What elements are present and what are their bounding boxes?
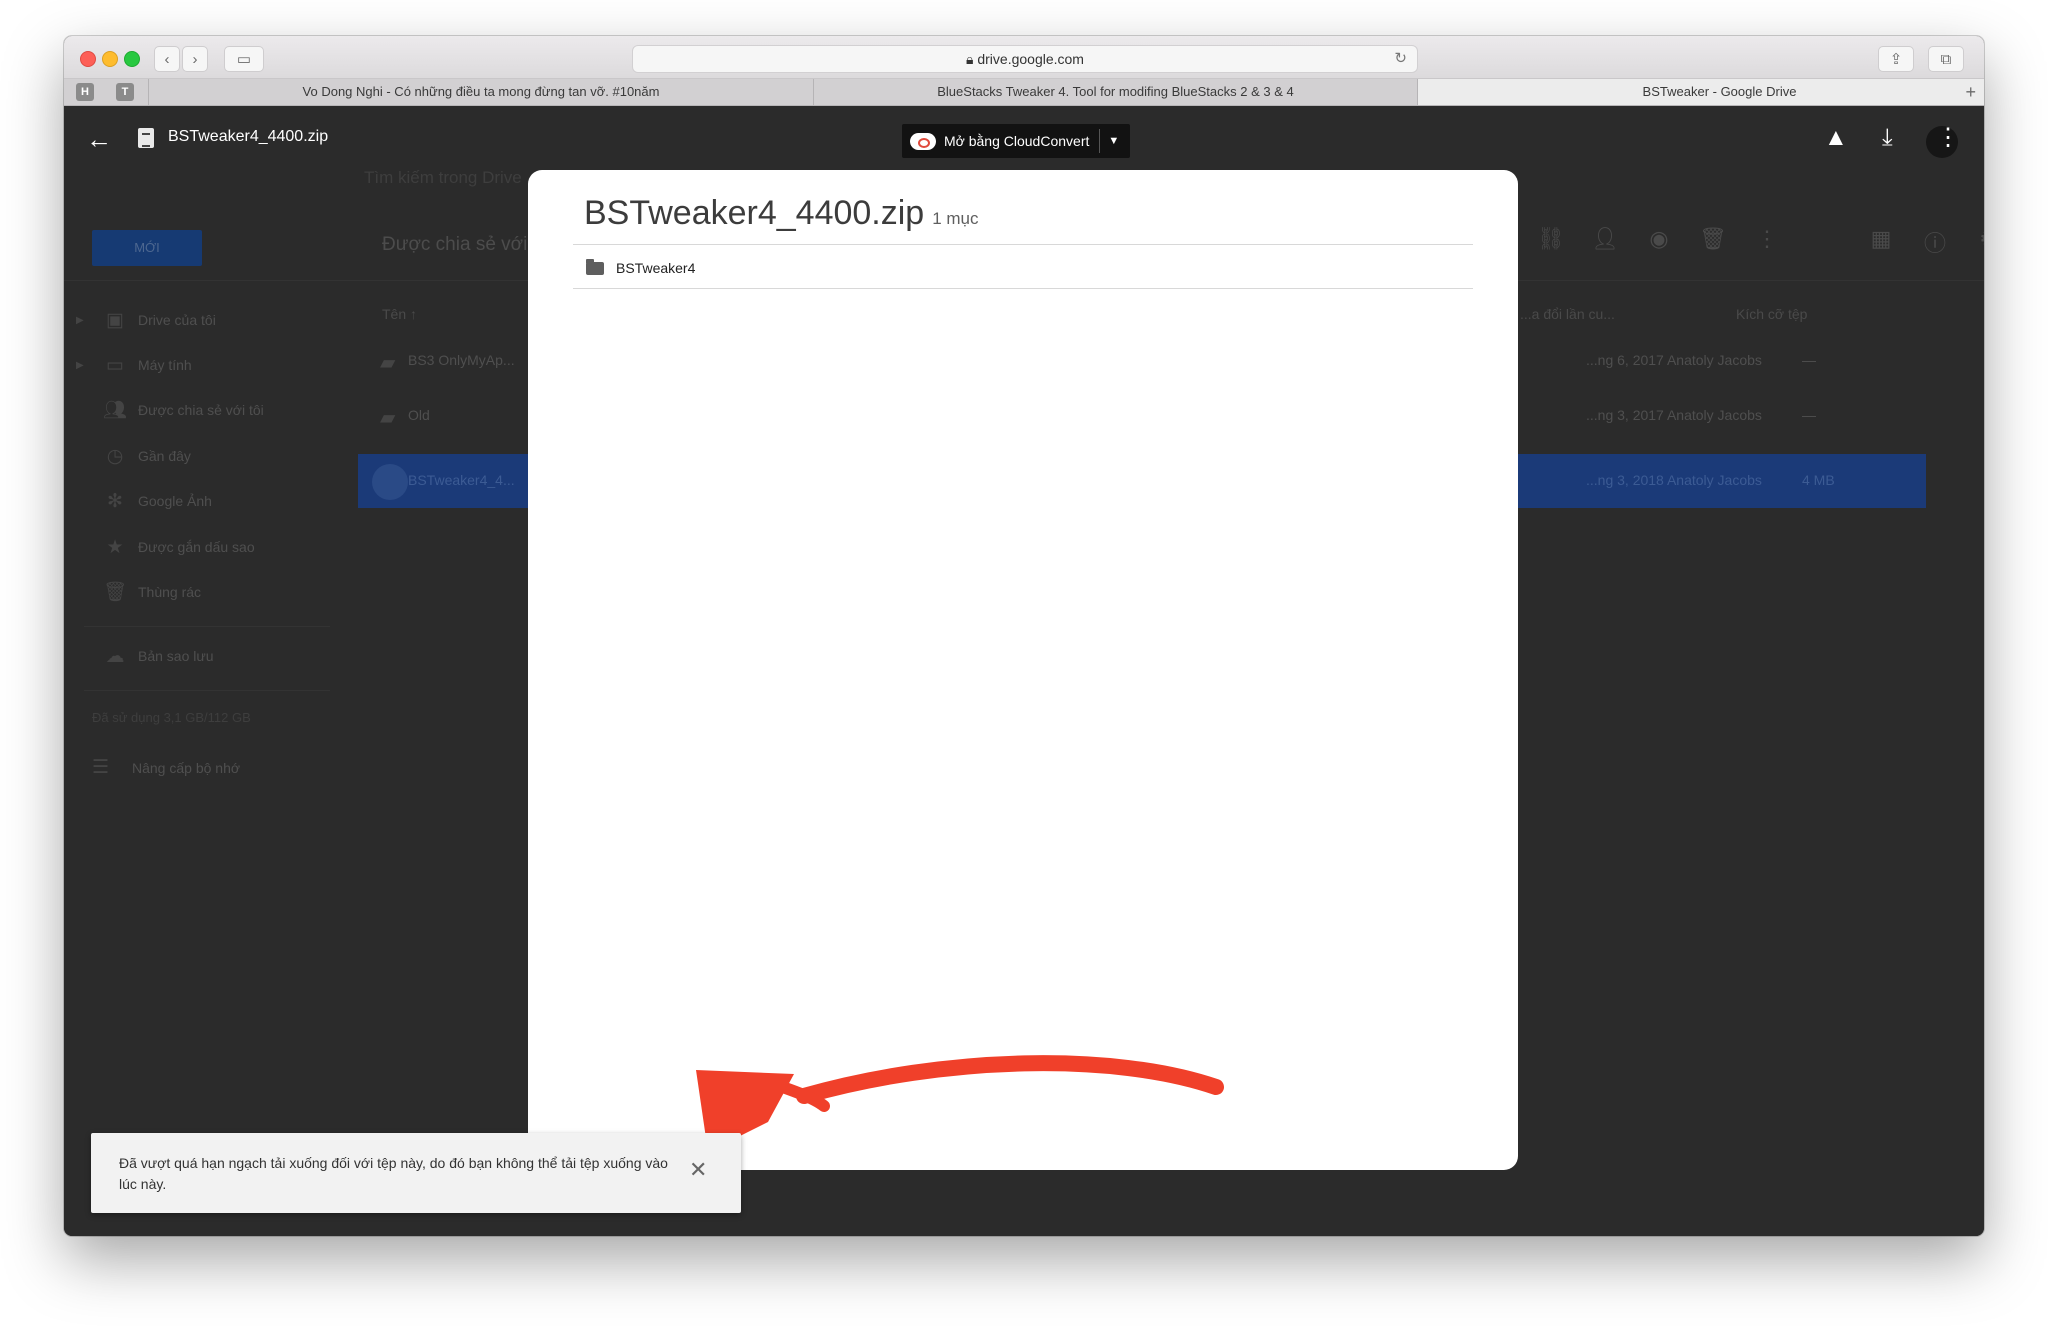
share-icon: ⇪	[1889, 51, 1903, 68]
add-to-drive-icon[interactable]: ▲	[1824, 124, 1848, 152]
pinned-tab-h[interactable]: H	[76, 83, 94, 101]
shared-folder-icon: ▰	[380, 352, 396, 374]
sidebar-item-trash: 🗑︎ Thùng rác	[92, 578, 201, 606]
column-header-modified: ...a đổi lần cu...	[1520, 306, 1615, 322]
reload-icon[interactable]: ↻	[1394, 46, 1407, 72]
grid-view-icon: ▦	[1870, 226, 1892, 251]
divider	[573, 288, 1473, 289]
tab-bluestacks-tweaker[interactable]: BlueStacks Tweaker 4. Tool for modifing …	[813, 79, 1417, 105]
item-count: 1 mục	[932, 209, 979, 228]
storage-usage: Đã sử dụng 3,1 GB/112 GB	[92, 710, 251, 725]
sidebar-toggle-button[interactable]: ▭	[224, 46, 264, 72]
column-header-size: Kích cỡ tệp	[1736, 306, 1808, 322]
red-annotation-arrow	[696, 1055, 1224, 1152]
sidebar-item-backups: ☁ Bản sao lưu	[92, 642, 214, 670]
forward-nav-button[interactable]: ›	[182, 46, 208, 72]
dialog-title: BSTweaker4_4400.zip 1 mục	[584, 194, 979, 232]
back-nav-button[interactable]: ‹	[154, 46, 180, 72]
address-bar[interactable]: 🔒︎ drive.google.com ↻	[632, 45, 1418, 73]
preview-eye-icon: ◉	[1649, 226, 1669, 251]
tab-vo-dong-nghi[interactable]: Vo Dong Nghi - Có những điều ta mong đừn…	[148, 79, 813, 105]
browser-window: ‹ › ▭ 🔒︎ drive.google.com ↻ ⇪ ⧉ H T Vo D…	[64, 36, 1984, 1236]
link-icon: ⛓	[1537, 226, 1565, 251]
chevron-left-icon: ‹	[164, 50, 170, 68]
trash-icon: 🗑︎	[102, 582, 128, 603]
open-with-label: Mở bằng CloudConvert	[944, 133, 1090, 149]
sidebar-item-my-drive: ▶ ▣ Drive của tôi	[76, 309, 216, 331]
my-drive-icon: ▣	[106, 309, 124, 331]
sidebar-item-starred: ★ Được gắn dấu sao	[92, 533, 254, 561]
sidebar-icon: ▭	[236, 51, 252, 68]
tabs-overview-button[interactable]: ⧉	[1928, 46, 1964, 72]
settings-gear-icon: ⚙	[1962, 226, 1984, 258]
pinned-tab-t[interactable]: T	[116, 83, 134, 101]
archive-folder-item[interactable]: BSTweaker4	[586, 257, 695, 279]
trash-icon: 🗑︎	[1699, 226, 1727, 251]
info-icon: ⓘ	[1923, 231, 1946, 256]
folder-icon	[586, 258, 604, 275]
arrow-up-icon: ↑	[410, 306, 418, 322]
upgrade-storage-link: ☰ Nâng cấp bộ nhớ	[92, 757, 241, 778]
zip-file-icon	[372, 464, 408, 500]
divider	[573, 244, 1473, 245]
sidebar-item-shared: 👥︎ Được chia sẻ với tôi	[92, 396, 264, 424]
url-text: drive.google.com	[977, 51, 1084, 67]
close-icon[interactable]: ✕	[689, 1157, 707, 1183]
drive-search-input: Tìm kiếm trong Drive	[364, 168, 522, 187]
snackbar-message: Đã vượt quá hạn ngạch tải xuống đối với …	[119, 1155, 668, 1192]
drive-toolbar: ⛓ 👤︎ ◉ 🗑︎ ⋮ ▦ ⓘ ⚙	[1524, 226, 1984, 258]
close-window-button[interactable]	[80, 51, 96, 67]
zip-file-icon	[138, 128, 154, 148]
download-icon[interactable]: ⤓	[1882, 124, 1893, 152]
zip-preview-dialog: BSTweaker4_4400.zip 1 mục BSTweaker4	[528, 170, 1518, 1170]
pinwheel-icon: ✻	[107, 490, 123, 512]
shared-folder-icon: ▰	[380, 407, 396, 429]
back-arrow-icon[interactable]: ←	[86, 124, 112, 155]
browser-toolbar: ‹ › ▭ 🔒︎ drive.google.com ↻ ⇪ ⧉	[64, 36, 1984, 79]
people-icon: 👥︎	[102, 400, 128, 421]
new-tab-icon[interactable]: +	[1965, 79, 1976, 105]
sidebar-item-recent: ◷ Gần đây	[92, 442, 191, 470]
folder-name: BSTweaker4	[616, 260, 696, 276]
chevron-down-icon[interactable]: ▼	[1108, 135, 1119, 147]
tab-bstweaker-drive[interactable]: BSTweaker - Google Drive	[1417, 79, 1984, 105]
sidebar-item-computers: ▶ ▭ Máy tính	[76, 354, 192, 376]
download-quota-snackbar: Đã vượt quá hạn ngạch tải xuống đối với …	[91, 1133, 741, 1213]
viewer-file-name: BSTweaker4_4400.zip	[168, 128, 329, 145]
zoom-window-button[interactable]	[124, 51, 140, 67]
tabs-icon: ⧉	[1940, 50, 1952, 68]
clock-icon: ◷	[106, 445, 124, 467]
chevron-right-icon: ›	[192, 50, 198, 68]
cloud-icon: ☁	[105, 645, 125, 667]
column-header-name: Tên ↑	[382, 306, 418, 322]
star-icon: ★	[106, 536, 124, 558]
new-button: MỚI	[92, 230, 202, 266]
sidebar-divider	[84, 626, 330, 627]
sidebar-divider	[84, 690, 330, 691]
cloudconvert-icon	[910, 132, 936, 150]
lock-icon: 🔒︎	[966, 51, 974, 67]
open-with-button[interactable]: Mở bằng CloudConvert ▼	[902, 124, 1130, 158]
computer-icon: ▭	[106, 354, 124, 376]
more-vert-icon: ⋮	[1756, 226, 1778, 251]
minimize-window-button[interactable]	[102, 51, 118, 67]
tab-bar: H T Vo Dong Nghi - Có những điều ta mong…	[64, 79, 1984, 106]
storage-bars-icon: ☰	[92, 757, 110, 778]
more-vert-icon[interactable]: ⋮	[1936, 123, 1960, 152]
share-button[interactable]: ⇪	[1878, 46, 1914, 72]
sidebar-item-photos: ✻ Google Ảnh	[92, 487, 212, 515]
add-person-icon: 👤︎	[1591, 226, 1619, 251]
